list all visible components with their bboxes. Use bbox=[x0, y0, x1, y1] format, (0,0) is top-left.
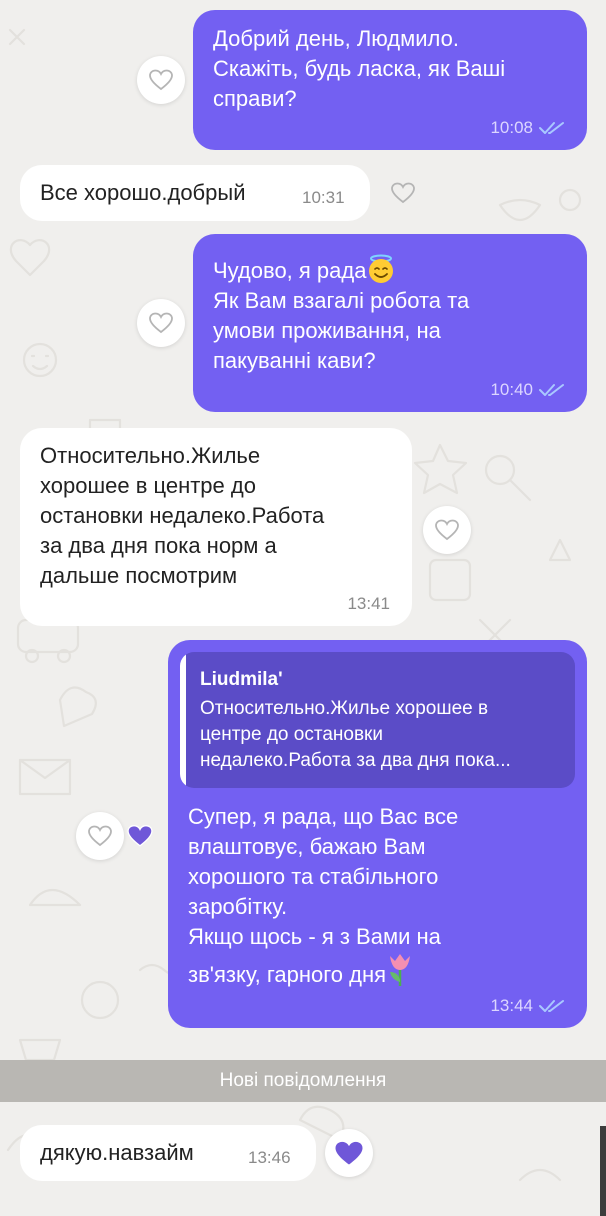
message-meta: 13:44 bbox=[490, 996, 565, 1016]
heart-outline-icon bbox=[149, 312, 173, 334]
message-meta: 10:08 bbox=[490, 118, 565, 138]
smiling-face-with-halo-icon bbox=[369, 254, 394, 283]
message-time: 10:31 bbox=[302, 188, 345, 207]
like-button[interactable] bbox=[423, 506, 471, 554]
message-text-line1: Чудово, я рада bbox=[213, 258, 367, 283]
quote-author: Liudmila' bbox=[200, 669, 283, 690]
message-time: 10:40 bbox=[490, 380, 533, 399]
like-button[interactable] bbox=[137, 299, 185, 347]
message-time: 10:08 bbox=[490, 118, 533, 137]
new-messages-divider: Нові повідомлення bbox=[0, 1060, 606, 1102]
message-text-body: Супер, я рада, що Вас все влаштовує, баж… bbox=[188, 804, 459, 987]
double-check-icon bbox=[539, 122, 564, 134]
double-check-icon bbox=[539, 1000, 564, 1012]
message-time: 13:46 bbox=[248, 1148, 291, 1167]
message-meta: 13:41 bbox=[347, 594, 390, 614]
message-text: Супер, я рада, що Вас все влаштовує, баж… bbox=[188, 802, 578, 990]
message-text: Относительно.Жилье хорошее в центре до о… bbox=[40, 443, 325, 588]
heart-outline-icon bbox=[435, 519, 459, 541]
outgoing-message[interactable]: Чудово, я рада Як Вам взагалі робота та … bbox=[193, 234, 587, 412]
heart-outline-icon bbox=[391, 182, 415, 204]
quote-text: Относительно.Жилье хорошее в центре до о… bbox=[200, 698, 511, 771]
quote-bar bbox=[180, 652, 186, 788]
heart-filled-icon bbox=[335, 1141, 363, 1165]
message-meta: 10:40 bbox=[490, 380, 565, 400]
heart-filled-icon bbox=[127, 825, 153, 847]
message-time: 13:44 bbox=[490, 996, 533, 1015]
outgoing-message[interactable]: Добрий день, Людмило. Скажіть, будь ласк… bbox=[193, 10, 587, 150]
scrollbar[interactable] bbox=[600, 1126, 606, 1216]
outgoing-message[interactable]: Liudmila' Относительно.Жилье хорошее в ц… bbox=[168, 640, 587, 1028]
incoming-message[interactable]: дякую.навзайм 13:46 bbox=[20, 1125, 316, 1181]
message-text: Добрий день, Людмило. Скажіть, будь ласк… bbox=[213, 26, 506, 111]
incoming-message[interactable]: Относительно.Жилье хорошее в центре до о… bbox=[20, 428, 412, 626]
quoted-message[interactable]: Liudmila' Относительно.Жилье хорошее в ц… bbox=[180, 652, 575, 788]
like-button[interactable] bbox=[379, 169, 427, 217]
double-check-icon bbox=[539, 384, 564, 396]
liked-button[interactable] bbox=[325, 1129, 373, 1177]
like-button[interactable] bbox=[137, 56, 185, 104]
new-messages-label: Нові повідомлення bbox=[219, 1070, 387, 1091]
liked-indicator[interactable] bbox=[116, 812, 164, 860]
incoming-message[interactable]: Все хорошо.добрый 10:31 bbox=[20, 165, 370, 221]
message-time: 13:41 bbox=[347, 594, 390, 613]
heart-outline-icon bbox=[149, 69, 173, 91]
chat-area[interactable]: Добрий день, Людмило. Скажіть, будь ласк… bbox=[0, 0, 606, 1216]
tulip-icon bbox=[390, 954, 411, 986]
message-text-cont: Як Вам взагалі робота та умови проживанн… bbox=[213, 288, 470, 373]
heart-outline-icon bbox=[88, 825, 112, 847]
